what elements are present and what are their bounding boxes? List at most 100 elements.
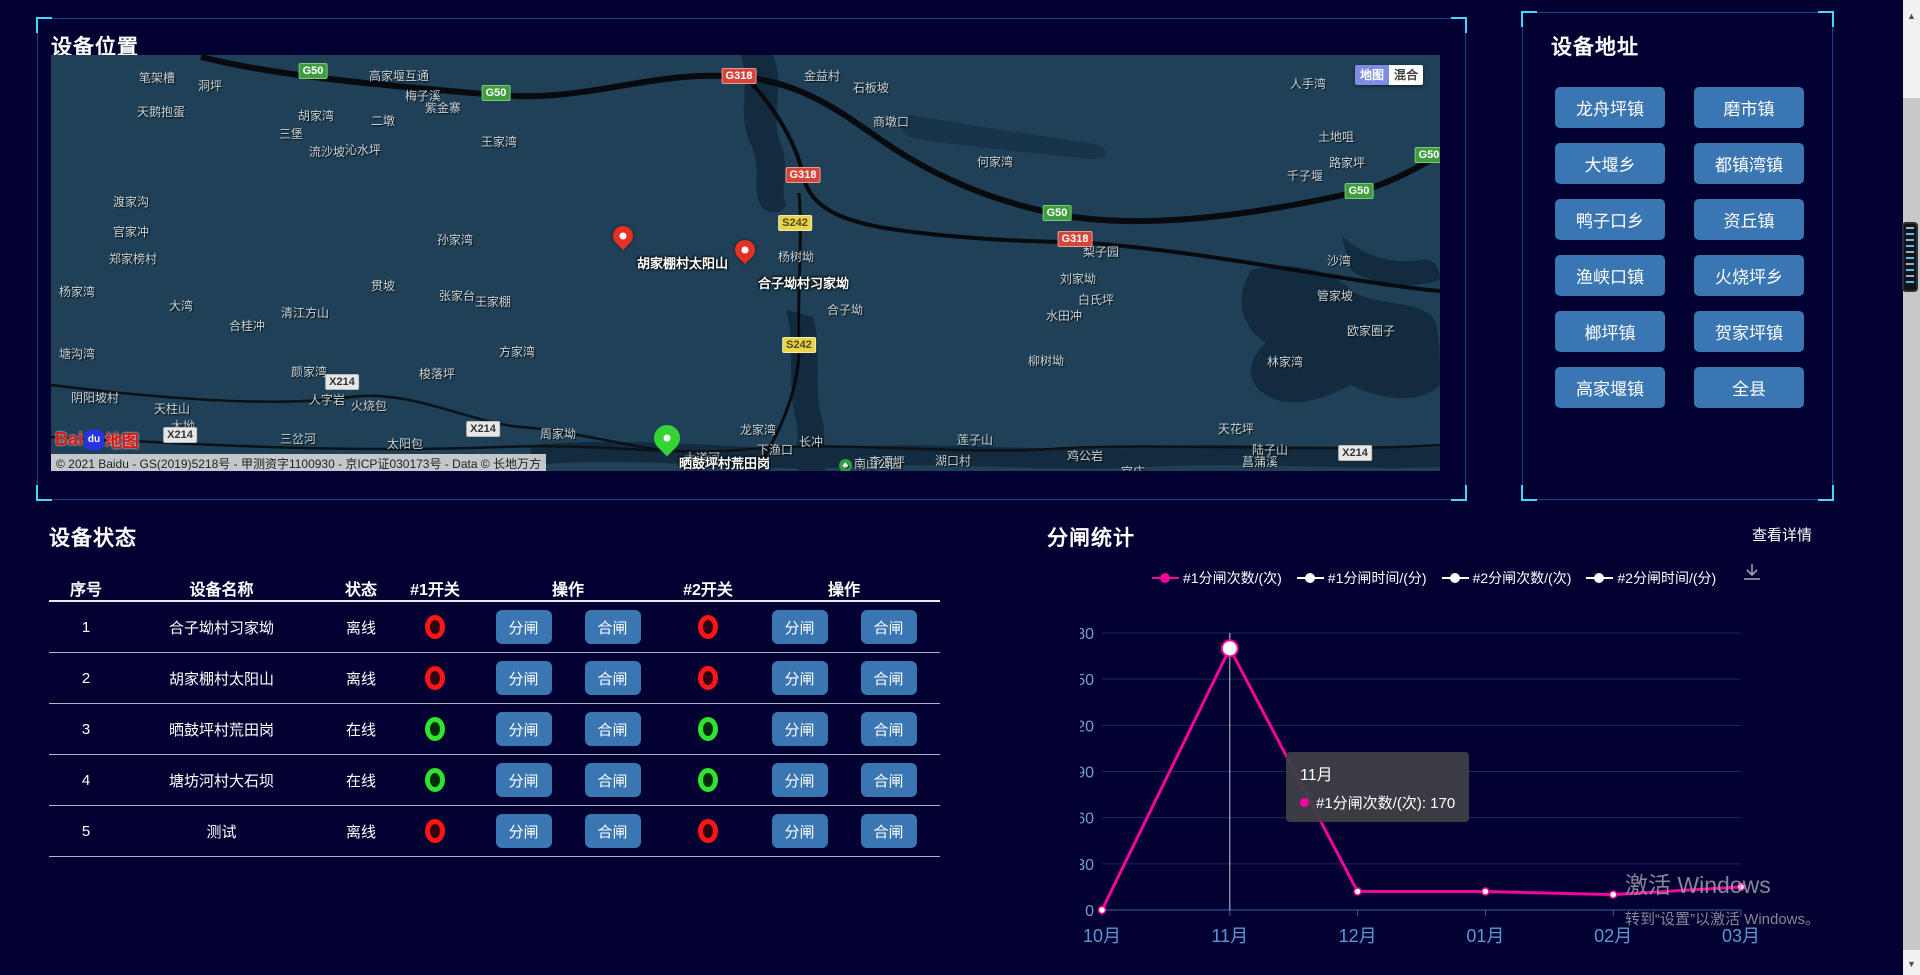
address-button[interactable]: 高家堰镇: [1555, 367, 1665, 408]
open-switch-button[interactable]: 分闸: [772, 712, 828, 746]
legend-marker: [1442, 572, 1469, 584]
map-place-label: 贯坡: [371, 277, 395, 294]
open-switch-button[interactable]: 分闸: [496, 763, 552, 797]
switch2-operations: 分闸合闸: [748, 763, 940, 797]
open-switch-button[interactable]: 分闸: [496, 610, 552, 644]
switch2-operations: 分闸合闸: [748, 814, 940, 848]
map-place-label: 胡家湾: [298, 107, 334, 124]
address-button[interactable]: 榔坪镇: [1555, 311, 1665, 352]
baidu-map[interactable]: 笔架槽洞坪天鹅抱蛋胡家湾三堡流沙坡沁水坪高家堰互通梅子溪紫金寨二墩王家湾金益村石…: [51, 55, 1440, 471]
corner-decoration: [1521, 485, 1537, 501]
map-place-label: 商墩口: [873, 113, 909, 130]
close-switch-button[interactable]: 合闸: [585, 610, 641, 644]
close-switch-button[interactable]: 合闸: [861, 712, 917, 746]
svg-text:01月: 01月: [1466, 926, 1504, 946]
open-switch-button[interactable]: 分闸: [772, 610, 828, 644]
open-switch-button[interactable]: 分闸: [772, 814, 828, 848]
open-switch-button[interactable]: 分闸: [496, 712, 552, 746]
address-button[interactable]: 磨市镇: [1694, 87, 1804, 128]
switch1-operations: 分闸合闸: [468, 610, 668, 644]
close-switch-button[interactable]: 合闸: [861, 610, 917, 644]
address-button-grid: 龙舟坪镇磨市镇大堰乡都镇湾镇鸭子口乡资丘镇渔峡口镇火烧坪乡榔坪镇贺家坪镇高家堰镇…: [1555, 87, 1804, 408]
svg-text:0: 0: [1085, 903, 1094, 920]
legend-item[interactable]: #2分闸次数/(次): [1442, 568, 1572, 588]
map-place-label: 孙家湾: [437, 231, 473, 248]
close-switch-button[interactable]: 合闸: [861, 763, 917, 797]
device-status-section: 设备状态 序号设备名称状态#1开关操作#2开关操作 1合子坳村习家坳离线分闸合闸…: [49, 522, 940, 857]
scroll-indicator-widget[interactable]: [1902, 222, 1918, 292]
close-switch-button[interactable]: 合闸: [861, 661, 917, 695]
map-place-label: 莲子山: [957, 431, 993, 448]
map-place-label: 清江方山: [281, 304, 329, 321]
download-icon[interactable]: [1740, 560, 1764, 589]
open-switch-button[interactable]: 分闸: [496, 814, 552, 848]
tooltip-value: #1分闸次数/(次): 170: [1316, 792, 1455, 813]
chart-tooltip: 11月 #1分闸次数/(次): 170: [1286, 752, 1469, 822]
open-switch-button[interactable]: 分闸: [772, 661, 828, 695]
row-index: 5: [49, 823, 123, 840]
open-switch-button[interactable]: 分闸: [496, 661, 552, 695]
svg-text:02月: 02月: [1594, 926, 1632, 946]
column-header: 操作: [748, 576, 940, 600]
legend-item[interactable]: #1分闸时间/(分): [1297, 568, 1427, 588]
page-scrollbar[interactable]: ▲ ▼: [1903, 0, 1920, 975]
address-button[interactable]: 贺家坪镇: [1694, 311, 1804, 352]
road-badge: G318: [786, 167, 821, 183]
address-button[interactable]: 龙舟坪镇: [1555, 87, 1665, 128]
legend-dot: [1594, 573, 1604, 583]
opening-stats-title: 分闸统计: [1047, 522, 1135, 552]
road-badge: X214: [163, 427, 197, 443]
row-index: 1: [49, 619, 123, 636]
close-switch-button[interactable]: 合闸: [585, 763, 641, 797]
map-place-label: 沙湾: [1327, 252, 1351, 269]
map-place-label: 柳树坳: [1028, 352, 1064, 369]
close-switch-button[interactable]: 合闸: [861, 814, 917, 848]
switch2-indicator: [698, 768, 718, 792]
legend-item[interactable]: #2分闸时间/(分): [1586, 568, 1716, 588]
map-place-label: 洞坪: [198, 77, 222, 94]
scrollbar-up-arrow[interactable]: ▲: [1903, 8, 1920, 25]
device-address-panel: 设备地址 龙舟坪镇磨市镇大堰乡都镇湾镇鸭子口乡资丘镇渔峡口镇火烧坪乡榔坪镇贺家坪…: [1522, 12, 1833, 500]
device-status-title: 设备状态: [49, 522, 940, 552]
legend-item[interactable]: #1分闸次数/(次): [1152, 568, 1282, 588]
scrollbar-down-arrow[interactable]: ▼: [1903, 956, 1920, 973]
address-button[interactable]: 火烧坪乡: [1694, 255, 1804, 296]
switch1-indicator: [425, 666, 445, 690]
open-switch-button[interactable]: 分闸: [772, 763, 828, 797]
baidu-paw-icon: du: [84, 430, 104, 450]
device-marker-label: 晒鼓坪村荒田岗: [679, 453, 770, 471]
switch1-indicator: [425, 717, 445, 741]
address-button[interactable]: 资丘镇: [1694, 199, 1804, 240]
road-badge: X214: [325, 374, 359, 390]
corner-decoration: [1521, 11, 1537, 27]
map-place-label: 官家冲: [113, 223, 149, 240]
road-badge: G50: [1345, 183, 1374, 199]
address-button[interactable]: 都镇湾镇: [1694, 143, 1804, 184]
map-place-label: 沁水坪: [345, 141, 381, 158]
map-type-hybrid-button[interactable]: 混合: [1389, 65, 1423, 85]
table-row: 5测试离线分闸合闸分闸合闸: [49, 806, 940, 857]
address-button[interactable]: 大堰乡: [1555, 143, 1665, 184]
watermark-line2: 转到“设置”以激活 Windows。: [1625, 908, 1820, 929]
legend-label: #2分闸次数/(次): [1473, 568, 1572, 588]
map-place-label: 渡家沟: [113, 193, 149, 210]
address-button[interactable]: 鸭子口乡: [1555, 199, 1665, 240]
close-switch-button[interactable]: 合闸: [585, 712, 641, 746]
close-switch-button[interactable]: 合闸: [585, 661, 641, 695]
table-row: 1合子坳村习家坳离线分闸合闸分闸合闸: [49, 602, 940, 653]
device-name: 塘坊河村大石坝: [123, 770, 320, 791]
view-details-link[interactable]: 查看详情: [1752, 524, 1812, 545]
map-type-map-button[interactable]: 地图: [1355, 65, 1389, 85]
legend-marker: [1152, 572, 1179, 584]
corner-decoration: [1818, 485, 1834, 501]
map-place-label: 火烧包: [351, 397, 387, 414]
map-place-label: 太阳包: [387, 435, 423, 452]
address-button[interactable]: 全县: [1694, 367, 1804, 408]
road-badge: G50: [482, 85, 511, 101]
road-badge: S242: [782, 337, 816, 353]
address-button[interactable]: 渔峡口镇: [1555, 255, 1665, 296]
column-header: 状态: [320, 576, 402, 600]
row-index: 4: [49, 772, 123, 789]
close-switch-button[interactable]: 合闸: [585, 814, 641, 848]
legend-dot: [1450, 573, 1460, 583]
